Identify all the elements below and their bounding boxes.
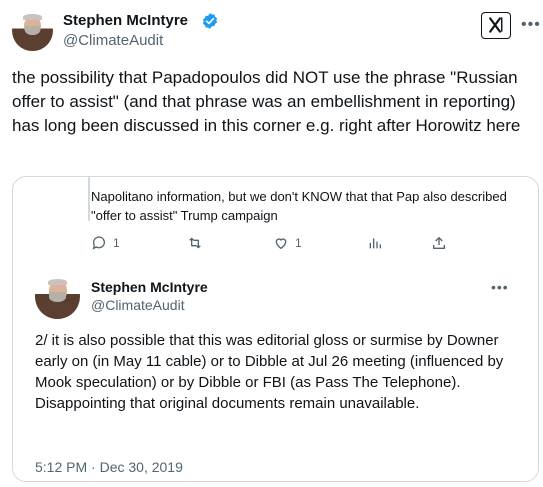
tweet-text: the possibility that Papadopoulos did NO… — [12, 68, 521, 135]
reply-timestamp[interactable]: 5:12 PM · Dec 30, 2019 — [35, 459, 183, 475]
share-icon — [433, 237, 445, 249]
share-action[interactable] — [431, 235, 447, 251]
reply-more-options-icon[interactable]: ••• — [491, 279, 509, 295]
heart-icon — [275, 238, 287, 250]
reply-author-avatar[interactable] — [35, 274, 80, 319]
author-handle[interactable]: @ClimateAudit — [63, 32, 163, 49]
reply-action[interactable]: 1 — [91, 235, 120, 251]
reply-tweet-text: 2/ it is also possible that this was edi… — [35, 332, 504, 412]
like-count: 1 — [295, 236, 302, 250]
reply-icon — [92, 236, 105, 250]
more-options-icon[interactable]: ••• — [521, 16, 541, 34]
verified-badge-icon — [202, 13, 218, 29]
bar-chart-icon — [369, 238, 381, 249]
thread-connector-line — [88, 177, 90, 221]
quoted-tweet-card[interactable]: Napolitano information, but we don't KNO… — [12, 176, 539, 482]
retweet-icon — [189, 237, 201, 249]
like-action[interactable]: 1 — [273, 235, 302, 251]
retweet-action[interactable] — [187, 235, 209, 251]
previous-tweet-text: Napolitano information, but we don't KNO… — [91, 189, 507, 223]
x-logo-icon[interactable] — [481, 12, 511, 39]
author-avatar[interactable] — [12, 10, 53, 51]
reply-author-name[interactable]: Stephen McIntyre — [91, 279, 208, 295]
views-action[interactable] — [367, 235, 383, 251]
author-name[interactable]: Stephen McIntyre — [63, 12, 188, 29]
reply-count: 1 — [113, 236, 120, 250]
reply-author-handle[interactable]: @ClimateAudit — [91, 297, 185, 313]
